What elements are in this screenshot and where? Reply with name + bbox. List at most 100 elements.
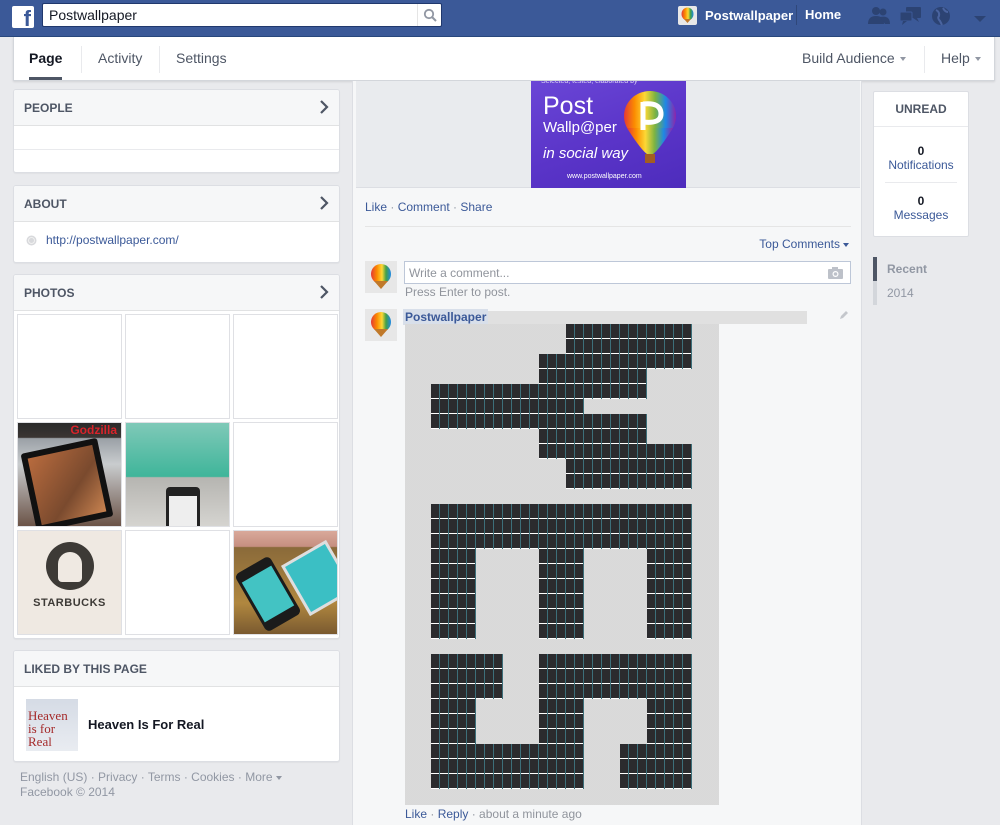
notifications-button[interactable] — [931, 6, 953, 26]
build-audience-label: Build Audience — [802, 50, 895, 66]
liked-item-thumb: Heaven is for Real — [26, 699, 78, 751]
photo-thumb-iphone[interactable] — [233, 530, 338, 635]
copyright: Facebook © 2014 — [20, 785, 115, 799]
home-link[interactable]: Home — [796, 5, 841, 25]
post-share-link[interactable]: Share — [460, 200, 492, 214]
website-link[interactable]: http://postwallpaper.com/ — [46, 233, 179, 247]
footer-link-cookies[interactable]: Cookies — [191, 770, 234, 784]
post-image-title-2: Wallp@per — [543, 119, 617, 136]
comment-input[interactable] — [405, 262, 815, 283]
photos-header[interactable]: PHOTOS — [14, 275, 339, 311]
post-image-url: www.postwallpaper.com — [567, 173, 642, 180]
search-box — [42, 3, 442, 27]
about-card: ABOUT http://postwallpaper.com/ — [13, 185, 340, 263]
people-header[interactable]: PEOPLE — [14, 90, 339, 126]
footer-link-privacy[interactable]: Privacy — [98, 770, 137, 784]
footer-link-language[interactable]: English (US) — [20, 770, 87, 784]
search-input[interactable] — [43, 4, 413, 26]
starbucks-logo — [46, 542, 94, 590]
top-comments-dropdown[interactable]: Top Comments — [759, 237, 849, 251]
post-image[interactable]: Selected, tested, elaborated by Post Wal… — [531, 81, 686, 188]
photo-thumb[interactable] — [125, 530, 230, 635]
liked-header: LIKED BY THIS PAGE — [14, 651, 339, 687]
tablet-shape — [20, 437, 114, 526]
pixel-block — [431, 654, 503, 699]
pixel-block — [431, 549, 476, 639]
account-menu-button[interactable] — [974, 12, 988, 22]
post-image-title: Post — [543, 92, 594, 120]
about-title: ABOUT — [24, 197, 67, 211]
notifications-globe-icon — [932, 7, 950, 26]
comment-author-link[interactable]: Postwallpaper — [403, 309, 489, 325]
pixel-block — [539, 654, 692, 699]
press-enter-hint: Press Enter to post. — [405, 285, 511, 299]
globe-icon — [26, 235, 37, 245]
photo-thumb[interactable] — [125, 314, 230, 419]
comment-like-link[interactable]: Like — [405, 807, 427, 821]
top-comments-label: Top Comments — [759, 237, 840, 251]
liked-thumb-text: Heaven is for Real — [28, 708, 68, 749]
timeline-item-recent[interactable]: Recent — [873, 257, 953, 281]
website-row: http://postwallpaper.com/ — [14, 222, 339, 247]
footer: English (US) · Privacy · Terms · Cookies… — [20, 770, 282, 800]
edit-pencil-icon[interactable] — [839, 310, 849, 320]
search-icon — [423, 8, 437, 22]
timeline-item-2014[interactable]: 2014 — [873, 281, 953, 305]
post-image-container: Selected, tested, elaborated by Post Wal… — [356, 81, 860, 188]
tab-divider — [159, 46, 160, 73]
balloon-logo-icon — [371, 312, 391, 337]
about-header[interactable]: ABOUT — [14, 186, 339, 222]
viewer-avatar[interactable] — [365, 261, 397, 293]
messages-label: Messages — [893, 208, 949, 222]
page-profile-link[interactable]: Postwallpaper — [678, 5, 793, 25]
comment-author-avatar[interactable] — [365, 309, 397, 341]
footer-link-more[interactable]: More — [245, 770, 282, 784]
photo-thumb-starbucks[interactable]: STARBUCKS — [17, 530, 122, 635]
build-audience-menu[interactable]: Build Audience — [802, 37, 906, 80]
people-card: PEOPLE — [13, 89, 340, 173]
tab-settings[interactable]: Settings — [176, 37, 227, 80]
chevron-right-icon — [320, 285, 329, 299]
caret-down-icon — [974, 57, 981, 62]
messages-button[interactable] — [899, 6, 921, 26]
people-row — [14, 126, 339, 150]
pixel-block — [539, 549, 584, 639]
notifications-stat[interactable]: 0 Notifications — [874, 127, 968, 172]
pixel-block — [647, 699, 692, 744]
messages-stat[interactable]: 0 Messages — [874, 183, 968, 222]
pixel-block — [431, 744, 584, 789]
post-like-link[interactable]: Like — [365, 200, 387, 214]
comment-timestamp[interactable]: about a minute ago — [479, 807, 582, 821]
comment-ascii-art — [405, 324, 719, 805]
friend-requests-button[interactable] — [867, 6, 890, 26]
post-comment-link[interactable]: Comment — [398, 200, 450, 214]
photo-grid: Godzilla STARBUCKS — [14, 311, 339, 638]
photos-title: PHOTOS — [24, 286, 75, 300]
liked-item[interactable]: Heaven is for Real Heaven Is For Real — [14, 687, 339, 761]
pixel-block — [620, 744, 692, 789]
photo-thumb-godzilla[interactable]: Godzilla — [17, 422, 122, 527]
liked-item-name[interactable]: Heaven Is For Real — [88, 717, 204, 732]
pixel-block — [647, 549, 692, 639]
photo-thumb-lake-phone[interactable] — [125, 422, 230, 527]
camera-icon[interactable] — [828, 267, 843, 279]
photo-thumb[interactable] — [17, 314, 122, 419]
comment-input-box — [404, 261, 851, 284]
comment-reply-link[interactable]: Reply — [438, 807, 469, 821]
photo-thumb[interactable] — [233, 422, 338, 527]
help-menu[interactable]: Help — [941, 37, 981, 80]
page-avatar — [678, 5, 697, 25]
pixel-block — [539, 699, 584, 744]
more-label: More — [245, 770, 273, 784]
page-nav: Page Activity Settings Build Audience He… — [13, 37, 995, 81]
tab-page[interactable]: Page — [29, 37, 63, 80]
tab-activity[interactable]: Activity — [98, 37, 142, 80]
photo-thumb[interactable] — [233, 314, 338, 419]
tab-divider — [81, 46, 82, 73]
post-image-subtitle: in social way — [543, 145, 629, 162]
facebook-logo-icon[interactable]: f — [12, 6, 34, 28]
photo-caption: STARBUCKS — [33, 597, 106, 609]
footer-link-terms[interactable]: Terms — [148, 770, 181, 784]
unread-title: UNREAD — [874, 92, 968, 127]
search-button[interactable] — [417, 4, 441, 26]
